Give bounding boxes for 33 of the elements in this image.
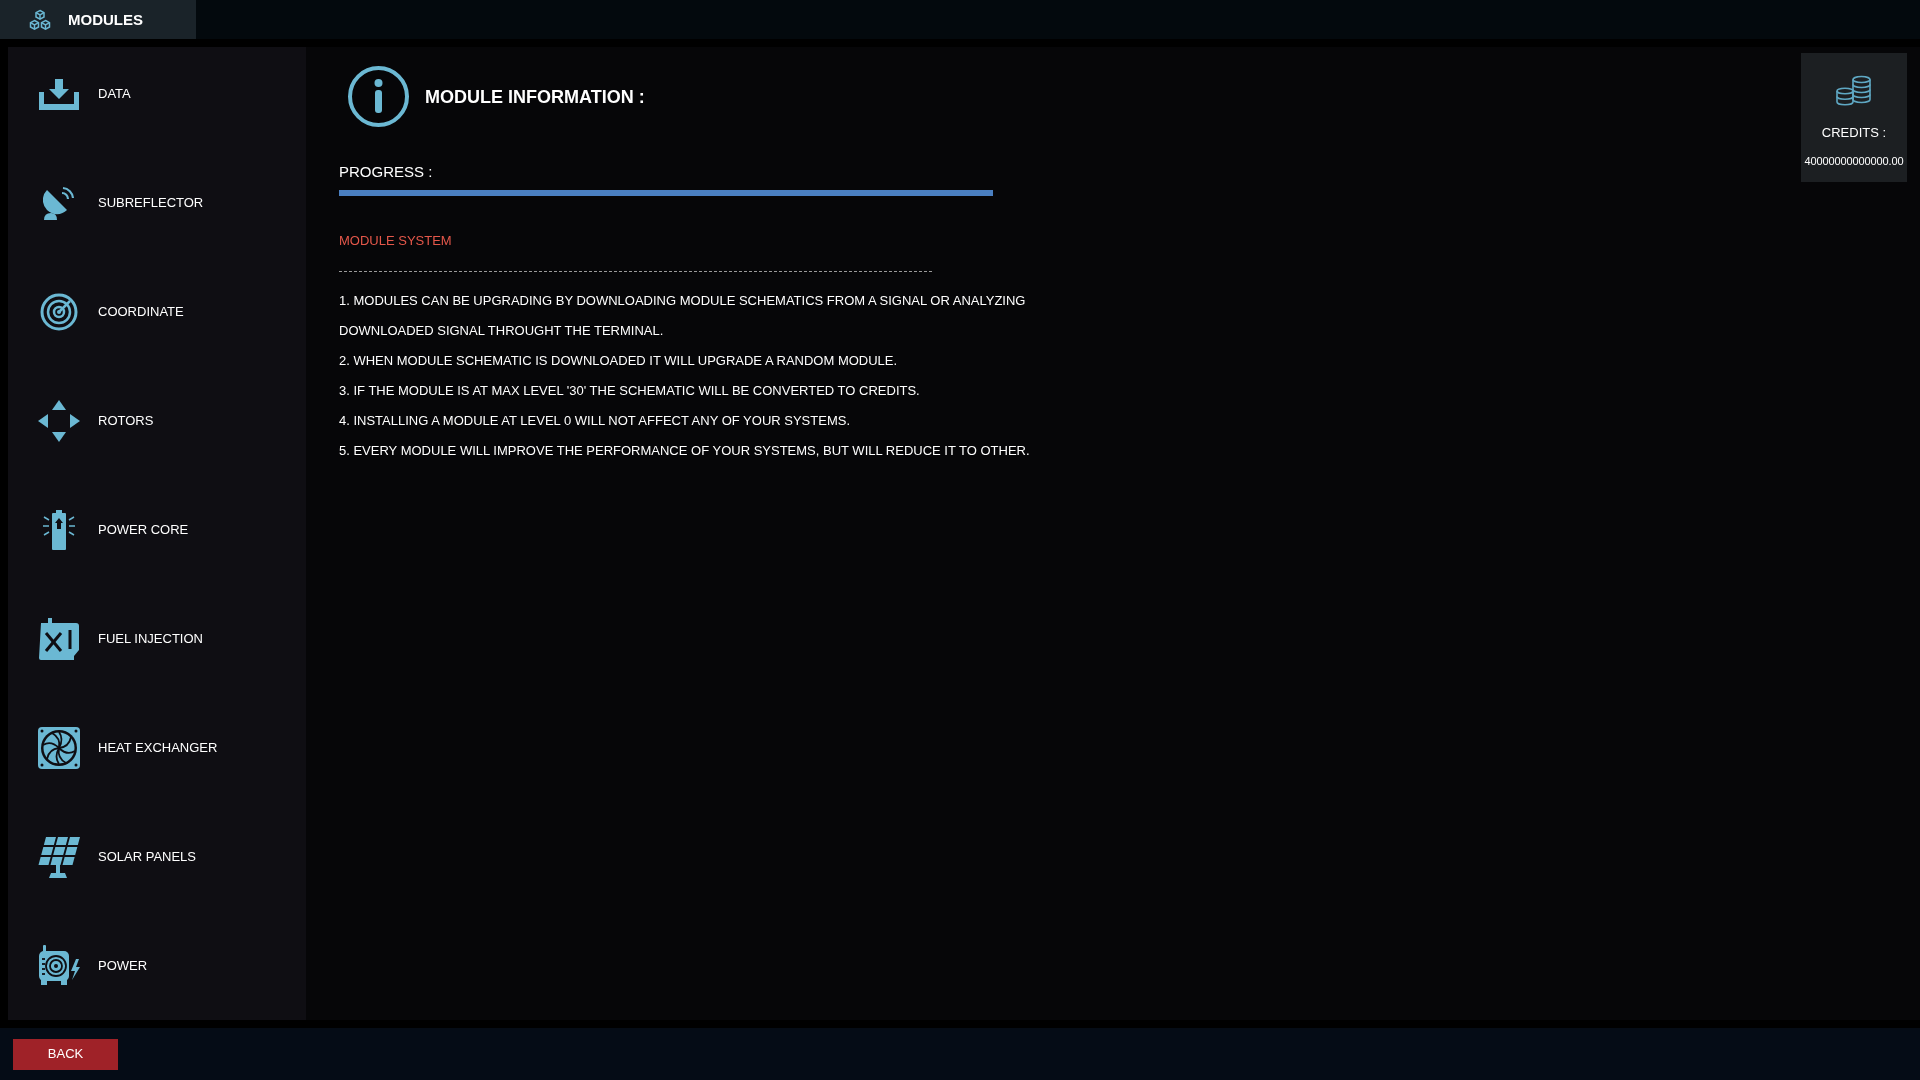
info-paragraph: 4. INSTALLING A MODULE AT LEVEL 0 WILL NOT AFFECT ANY OF YOUR SYSTEMS. [339, 412, 851, 430]
progress-label: PROGRESS : [339, 163, 434, 181]
subsection-title: MODULE SYSTEM [339, 233, 453, 249]
radar-icon [40, 293, 78, 331]
sidebar-item[interactable]: SUBREFLECTOR [37, 186, 204, 220]
page-title: MODULES [68, 10, 143, 29]
section-heading: MODULE INFORMATION : [425, 85, 645, 108]
fan-icon [38, 727, 80, 769]
info-paragraph: 3. IF THE MODULE IS AT MAX LEVEL '30' THE SCHEMATIC WILL BE CONVERTED TO CREDITS. [339, 382, 921, 400]
sidebar-item[interactable]: DATA [37, 78, 131, 110]
back-button[interactable]: BACK [13, 1038, 118, 1070]
credits-label: CREDITS : [1821, 125, 1887, 141]
download-tray-icon [39, 78, 79, 110]
solar-panel-icon [38, 836, 80, 878]
sidebar-item[interactable]: POWER CORE [37, 510, 189, 550]
info-icon [348, 66, 409, 127]
four-arrows-icon [38, 400, 80, 442]
fuel-can-icon [39, 618, 79, 660]
battery-icon [42, 510, 76, 550]
info-paragraph: 2. WHEN MODULE SCHEMATIC IS DOWNLOADED IT WILL UPGRADE A RANDOM MODULE. [339, 352, 899, 370]
info-paragraph: 5. EVERY MODULE WILL IMPROVE THE PERFORMANCE OF YOUR SYSTEMS, BUT WILL REDUCE IT TO OTHER. [339, 442, 1031, 460]
coins-icon [1834, 75, 1874, 107]
satellite-dish-icon [43, 186, 75, 220]
info-paragraph: 1. MODULES CAN BE UPGRADING BY DOWNLOADING MODULE SCHEMATICS FROM A SIGNAL OR ANALYZING DOWNLOADED SIGNAL THROUGHT THE TERMINAL. [339, 292, 1027, 340]
credits-value: 40000000000000.00 [1804, 154, 1904, 168]
sidebar-item[interactable]: FUEL INJECTION [37, 618, 203, 660]
sidebar-item[interactable]: HEAT EXCHANGER [37, 727, 218, 769]
sidebar-item[interactable]: SOLAR PANELS [37, 836, 197, 878]
sidebar-item[interactable]: ROTORS [37, 400, 154, 442]
generator-icon [37, 945, 81, 987]
sidebar-item[interactable]: COORDINATE [37, 293, 184, 331]
sidebar-item[interactable]: POWER [37, 945, 148, 987]
cubes-icon [29, 8, 51, 31]
